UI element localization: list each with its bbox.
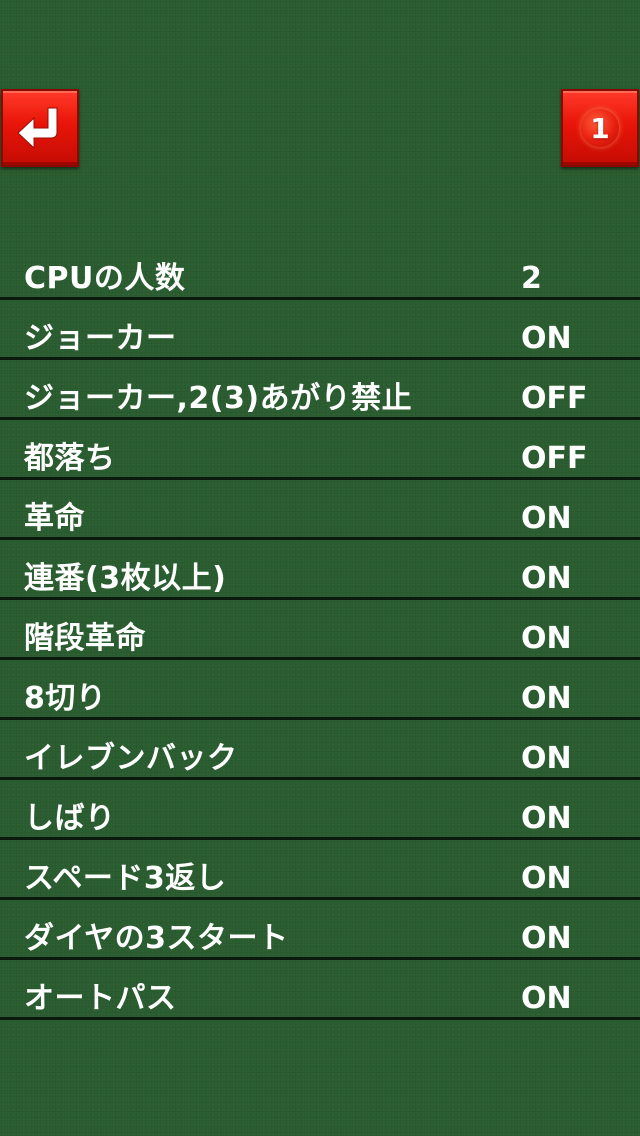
setting-label: CPUの人数	[24, 261, 186, 296]
setting-value[interactable]: ON	[521, 322, 572, 355]
setting-row-diamond-three-start[interactable]: ダイヤの3スタート ON	[0, 900, 640, 960]
setting-label: 都落ち	[24, 441, 116, 476]
setting-label: オートパス	[24, 981, 177, 1016]
setting-value[interactable]: ON	[521, 562, 572, 595]
setting-row-eleven-back[interactable]: イレブンバック ON	[0, 720, 640, 780]
setting-value[interactable]: ON	[521, 982, 572, 1015]
setting-value[interactable]: ON	[521, 682, 572, 715]
setting-value[interactable]: ON	[521, 802, 572, 835]
setting-row-shibari[interactable]: しばり ON	[0, 780, 640, 840]
setting-label: しばり	[24, 801, 116, 836]
setting-row-auto-pass[interactable]: オートパス ON	[0, 960, 640, 1020]
return-arrow-icon	[17, 107, 58, 150]
setting-label: ダイヤの3スタート	[24, 921, 289, 956]
setting-value[interactable]: ON	[521, 622, 572, 655]
setting-value[interactable]: ON	[521, 502, 572, 535]
setting-row-joker-finish-ban[interactable]: ジョーカー,2(3)あがり禁止 OFF	[0, 360, 640, 420]
setting-row-eight-cut[interactable]: 8切り ON	[0, 660, 640, 720]
setting-row-spade-three[interactable]: スペード3返し ON	[0, 840, 640, 900]
setting-label: 階段革命	[24, 621, 146, 656]
setting-label: 革命	[24, 501, 85, 536]
setting-row-stair-revolution[interactable]: 階段革命 ON	[0, 600, 640, 660]
setting-value[interactable]: OFF	[521, 382, 588, 415]
setting-label: ジョーカー,2(3)あがり禁止	[24, 381, 413, 416]
setting-row-joker[interactable]: ジョーカー ON	[0, 300, 640, 360]
setting-row-revolution[interactable]: 革命 ON	[0, 480, 640, 540]
setting-value[interactable]: OFF	[521, 442, 588, 475]
back-button[interactable]	[1, 89, 79, 167]
setting-value[interactable]: 2	[521, 262, 542, 295]
setting-value[interactable]: ON	[521, 862, 572, 895]
setting-label: イレブンバック	[24, 741, 238, 776]
setting-row-sequence[interactable]: 連番(3枚以上) ON	[0, 540, 640, 600]
setting-label: ジョーカー	[24, 321, 177, 356]
setting-row-cpu-count[interactable]: CPUの人数 2	[0, 240, 640, 300]
settings-list: CPUの人数 2 ジョーカー ON ジョーカー,2(3)あがり禁止 OFF 都落…	[0, 240, 640, 1020]
setting-value[interactable]: ON	[521, 742, 572, 775]
setting-row-miyako-ochi[interactable]: 都落ち OFF	[0, 420, 640, 480]
setting-value[interactable]: ON	[521, 922, 572, 955]
setting-label: 8切り	[24, 681, 107, 716]
page-number: 1	[581, 109, 619, 147]
page-button[interactable]: 1	[561, 89, 639, 167]
setting-label: 連番(3枚以上)	[24, 561, 227, 596]
setting-label: スペード3返し	[24, 861, 227, 896]
